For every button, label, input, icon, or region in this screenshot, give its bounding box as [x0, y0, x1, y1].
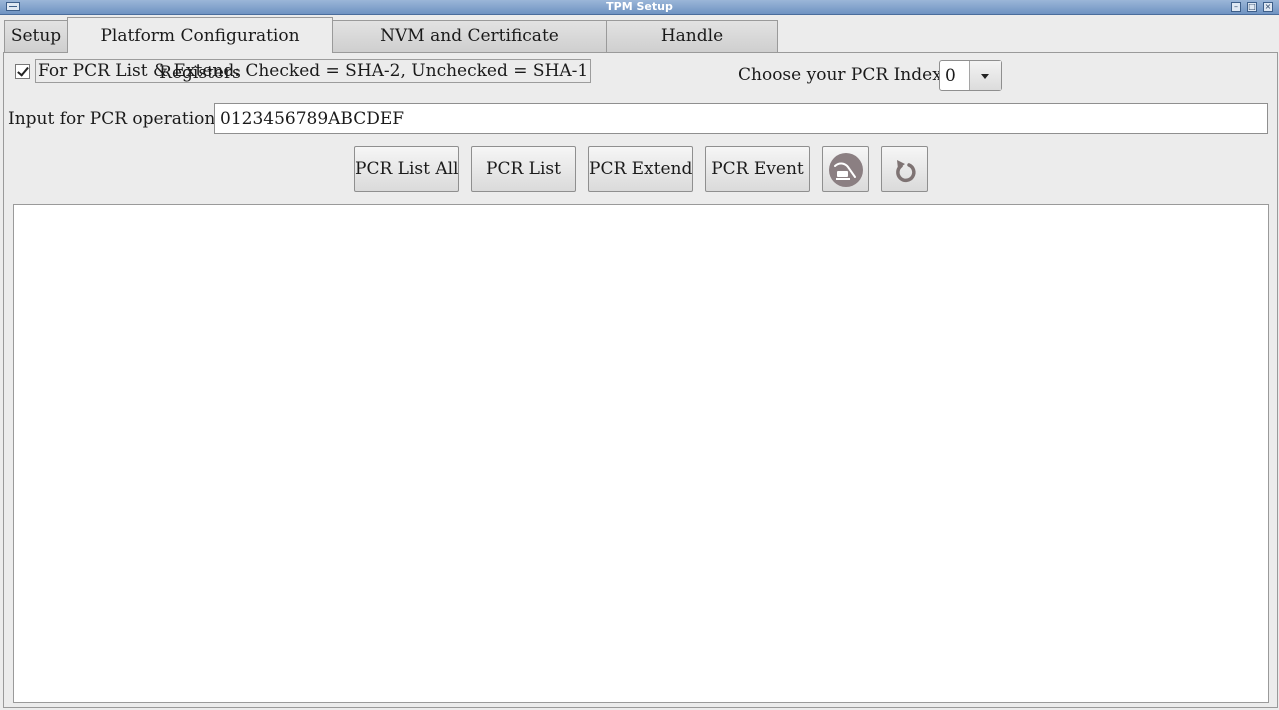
close-icon[interactable]: × — [1263, 2, 1273, 12]
tab-bar: Setup Platform Configuration Registers N… — [0, 15, 1279, 83]
reset-icon — [891, 156, 919, 184]
pcr-index-select[interactable]: 0 — [939, 60, 1002, 91]
pcr-output-area[interactable] — [13, 204, 1269, 703]
tab-nvm-certificates[interactable]: NVM and Certificate Management — [332, 20, 607, 77]
pcr-input-label: Input for PCR operations: — [8, 109, 230, 129]
chevron-down-icon[interactable] — [969, 61, 1001, 90]
minimize-icon[interactable]: – — [1231, 2, 1241, 12]
pcr-index-label: Choose your PCR Index: — [738, 65, 948, 85]
clear-output-icon — [829, 153, 863, 187]
sha2-checkbox-label[interactable]: For PCR List & Extend: Checked = SHA-2, … — [35, 59, 592, 83]
tab-pcr[interactable]: Platform Configuration Registers — [67, 17, 333, 83]
pcr-index-value: 0 — [945, 66, 956, 86]
tab-setup[interactable]: Setup — [4, 20, 68, 52]
window-title: TPM Setup — [606, 0, 673, 13]
pcr-list-button[interactable]: PCR List — [471, 146, 576, 192]
window-title-bar: TPM Setup – □ × — [0, 0, 1279, 15]
maximize-icon[interactable]: □ — [1247, 2, 1257, 12]
pcr-input-field[interactable] — [214, 103, 1268, 134]
pcr-event-button[interactable]: PCR Event — [705, 146, 810, 192]
sha2-checkbox[interactable] — [15, 64, 30, 79]
clear-output-button[interactable] — [822, 146, 869, 192]
pcr-extend-button[interactable]: PCR Extend — [588, 146, 693, 192]
reset-button[interactable] — [881, 146, 928, 192]
tab-handle-management[interactable]: Handle Management — [606, 20, 778, 77]
pcr-list-all-button[interactable]: PCR List All — [354, 146, 459, 192]
